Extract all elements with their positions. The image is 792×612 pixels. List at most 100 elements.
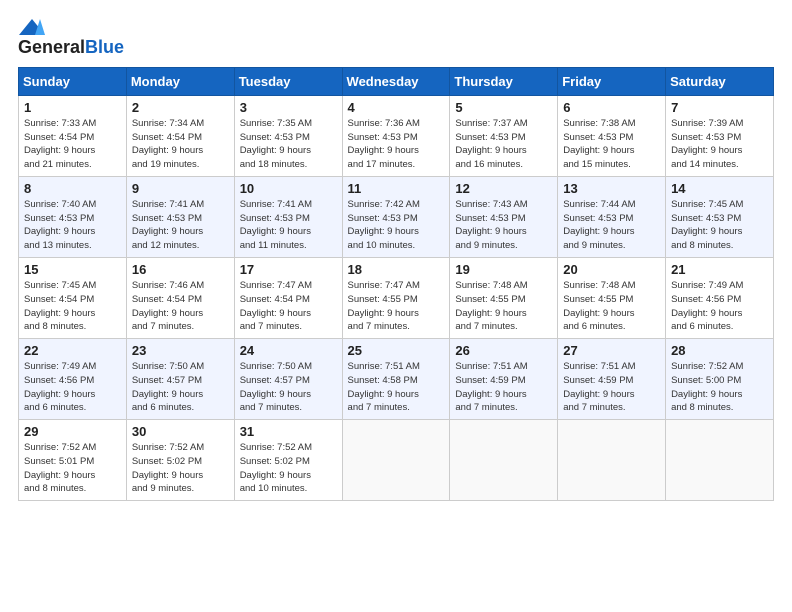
logo-text: GeneralBlue	[18, 38, 124, 57]
day-info: Sunrise: 7:35 AM Sunset: 4:53 PM Dayligh…	[240, 117, 337, 172]
day-number: 1	[24, 100, 121, 115]
day-info: Sunrise: 7:41 AM Sunset: 4:53 PM Dayligh…	[132, 198, 229, 253]
day-cell-17: 17 Sunrise: 7:47 AM Sunset: 4:54 PM Dayl…	[234, 258, 342, 339]
day-cell-13: 13 Sunrise: 7:44 AM Sunset: 4:53 PM Dayl…	[558, 176, 666, 257]
day-cell-2: 2 Sunrise: 7:34 AM Sunset: 4:54 PM Dayli…	[126, 95, 234, 176]
day-number: 15	[24, 262, 121, 277]
day-number: 12	[455, 181, 552, 196]
day-number: 23	[132, 343, 229, 358]
day-number: 4	[348, 100, 445, 115]
day-cell-20: 20 Sunrise: 7:48 AM Sunset: 4:55 PM Dayl…	[558, 258, 666, 339]
day-info: Sunrise: 7:38 AM Sunset: 4:53 PM Dayligh…	[563, 117, 660, 172]
day-info: Sunrise: 7:48 AM Sunset: 4:55 PM Dayligh…	[455, 279, 552, 334]
col-tuesday: Tuesday	[234, 67, 342, 95]
day-info: Sunrise: 7:51 AM Sunset: 4:59 PM Dayligh…	[563, 360, 660, 415]
col-monday: Monday	[126, 67, 234, 95]
page: GeneralBlue Sunday Monday Tuesday Wednes…	[0, 0, 792, 612]
day-cell-25: 25 Sunrise: 7:51 AM Sunset: 4:58 PM Dayl…	[342, 339, 450, 420]
day-number: 18	[348, 262, 445, 277]
day-number: 5	[455, 100, 552, 115]
day-number: 8	[24, 181, 121, 196]
day-info: Sunrise: 7:41 AM Sunset: 4:53 PM Dayligh…	[240, 198, 337, 253]
day-number: 14	[671, 181, 768, 196]
day-cell-12: 12 Sunrise: 7:43 AM Sunset: 4:53 PM Dayl…	[450, 176, 558, 257]
day-number: 20	[563, 262, 660, 277]
header: GeneralBlue	[18, 18, 774, 57]
day-info: Sunrise: 7:52 AM Sunset: 5:00 PM Dayligh…	[671, 360, 768, 415]
day-info: Sunrise: 7:40 AM Sunset: 4:53 PM Dayligh…	[24, 198, 121, 253]
day-number: 30	[132, 424, 229, 439]
calendar-row-1: 1 Sunrise: 7:33 AM Sunset: 4:54 PM Dayli…	[19, 95, 774, 176]
day-info: Sunrise: 7:50 AM Sunset: 4:57 PM Dayligh…	[240, 360, 337, 415]
day-number: 19	[455, 262, 552, 277]
day-info: Sunrise: 7:39 AM Sunset: 4:53 PM Dayligh…	[671, 117, 768, 172]
day-cell-1: 1 Sunrise: 7:33 AM Sunset: 4:54 PM Dayli…	[19, 95, 127, 176]
day-cell-7: 7 Sunrise: 7:39 AM Sunset: 4:53 PM Dayli…	[666, 95, 774, 176]
day-cell-19: 19 Sunrise: 7:48 AM Sunset: 4:55 PM Dayl…	[450, 258, 558, 339]
day-info: Sunrise: 7:45 AM Sunset: 4:54 PM Dayligh…	[24, 279, 121, 334]
logo-blue: Blue	[85, 37, 124, 57]
day-info: Sunrise: 7:44 AM Sunset: 4:53 PM Dayligh…	[563, 198, 660, 253]
day-info: Sunrise: 7:50 AM Sunset: 4:57 PM Dayligh…	[132, 360, 229, 415]
day-number: 24	[240, 343, 337, 358]
day-info: Sunrise: 7:45 AM Sunset: 4:53 PM Dayligh…	[671, 198, 768, 253]
col-sunday: Sunday	[19, 67, 127, 95]
col-thursday: Thursday	[450, 67, 558, 95]
day-cell-29: 29 Sunrise: 7:52 AM Sunset: 5:01 PM Dayl…	[19, 420, 127, 501]
day-info: Sunrise: 7:51 AM Sunset: 4:59 PM Dayligh…	[455, 360, 552, 415]
empty-cell	[666, 420, 774, 501]
calendar-row-5: 29 Sunrise: 7:52 AM Sunset: 5:01 PM Dayl…	[19, 420, 774, 501]
day-number: 31	[240, 424, 337, 439]
day-number: 25	[348, 343, 445, 358]
day-cell-9: 9 Sunrise: 7:41 AM Sunset: 4:53 PM Dayli…	[126, 176, 234, 257]
logo-general: General	[18, 37, 85, 57]
day-cell-3: 3 Sunrise: 7:35 AM Sunset: 4:53 PM Dayli…	[234, 95, 342, 176]
day-info: Sunrise: 7:46 AM Sunset: 4:54 PM Dayligh…	[132, 279, 229, 334]
col-wednesday: Wednesday	[342, 67, 450, 95]
day-info: Sunrise: 7:51 AM Sunset: 4:58 PM Dayligh…	[348, 360, 445, 415]
day-cell-21: 21 Sunrise: 7:49 AM Sunset: 4:56 PM Dayl…	[666, 258, 774, 339]
day-number: 6	[563, 100, 660, 115]
day-number: 26	[455, 343, 552, 358]
col-friday: Friday	[558, 67, 666, 95]
empty-cell	[342, 420, 450, 501]
day-number: 7	[671, 100, 768, 115]
day-cell-8: 8 Sunrise: 7:40 AM Sunset: 4:53 PM Dayli…	[19, 176, 127, 257]
day-cell-6: 6 Sunrise: 7:38 AM Sunset: 4:53 PM Dayli…	[558, 95, 666, 176]
logo: GeneralBlue	[18, 18, 124, 57]
day-number: 22	[24, 343, 121, 358]
day-info: Sunrise: 7:52 AM Sunset: 5:02 PM Dayligh…	[132, 441, 229, 496]
day-number: 28	[671, 343, 768, 358]
day-number: 11	[348, 181, 445, 196]
weekday-header-row: Sunday Monday Tuesday Wednesday Thursday…	[19, 67, 774, 95]
calendar-row-3: 15 Sunrise: 7:45 AM Sunset: 4:54 PM Dayl…	[19, 258, 774, 339]
day-number: 21	[671, 262, 768, 277]
day-cell-24: 24 Sunrise: 7:50 AM Sunset: 4:57 PM Dayl…	[234, 339, 342, 420]
day-info: Sunrise: 7:49 AM Sunset: 4:56 PM Dayligh…	[24, 360, 121, 415]
day-info: Sunrise: 7:37 AM Sunset: 4:53 PM Dayligh…	[455, 117, 552, 172]
empty-cell	[450, 420, 558, 501]
day-cell-30: 30 Sunrise: 7:52 AM Sunset: 5:02 PM Dayl…	[126, 420, 234, 501]
day-cell-5: 5 Sunrise: 7:37 AM Sunset: 4:53 PM Dayli…	[450, 95, 558, 176]
day-number: 9	[132, 181, 229, 196]
day-number: 13	[563, 181, 660, 196]
day-cell-22: 22 Sunrise: 7:49 AM Sunset: 4:56 PM Dayl…	[19, 339, 127, 420]
day-info: Sunrise: 7:52 AM Sunset: 5:02 PM Dayligh…	[240, 441, 337, 496]
day-info: Sunrise: 7:42 AM Sunset: 4:53 PM Dayligh…	[348, 198, 445, 253]
empty-cell	[558, 420, 666, 501]
day-number: 16	[132, 262, 229, 277]
day-cell-16: 16 Sunrise: 7:46 AM Sunset: 4:54 PM Dayl…	[126, 258, 234, 339]
day-cell-26: 26 Sunrise: 7:51 AM Sunset: 4:59 PM Dayl…	[450, 339, 558, 420]
day-info: Sunrise: 7:47 AM Sunset: 4:54 PM Dayligh…	[240, 279, 337, 334]
day-info: Sunrise: 7:48 AM Sunset: 4:55 PM Dayligh…	[563, 279, 660, 334]
day-info: Sunrise: 7:49 AM Sunset: 4:56 PM Dayligh…	[671, 279, 768, 334]
day-cell-23: 23 Sunrise: 7:50 AM Sunset: 4:57 PM Dayl…	[126, 339, 234, 420]
day-info: Sunrise: 7:47 AM Sunset: 4:55 PM Dayligh…	[348, 279, 445, 334]
day-number: 3	[240, 100, 337, 115]
logo-icon	[18, 18, 46, 36]
day-info: Sunrise: 7:52 AM Sunset: 5:01 PM Dayligh…	[24, 441, 121, 496]
day-number: 10	[240, 181, 337, 196]
day-number: 27	[563, 343, 660, 358]
day-cell-4: 4 Sunrise: 7:36 AM Sunset: 4:53 PM Dayli…	[342, 95, 450, 176]
day-info: Sunrise: 7:33 AM Sunset: 4:54 PM Dayligh…	[24, 117, 121, 172]
